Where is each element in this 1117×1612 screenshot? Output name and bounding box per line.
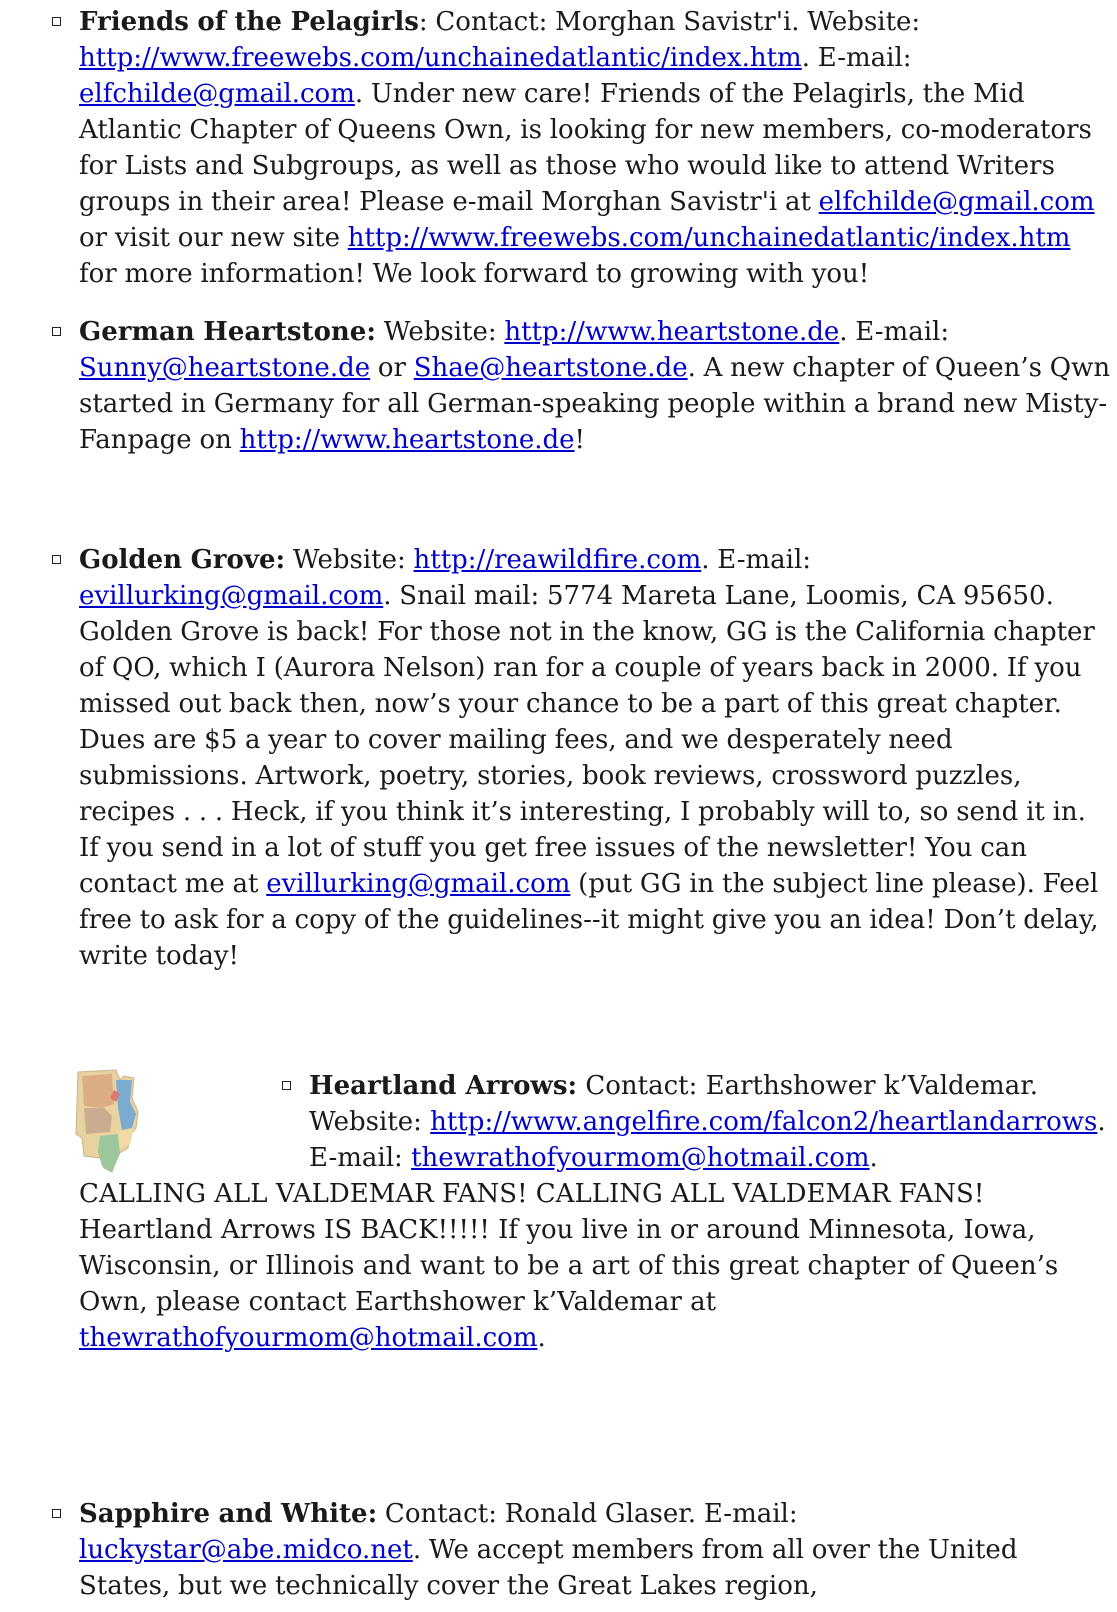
entry-heading-block: Heartland Arrows: Contact: Earthshower k… [282, 1068, 1112, 1176]
entry-title: Heartland Arrows: [309, 1071, 578, 1101]
entry-text-segment: or [370, 353, 414, 383]
email-link[interactable]: thewrathofyourmom@hotmail.com [411, 1143, 869, 1173]
email-link[interactable]: thewrathofyourmom@hotmail.com [79, 1323, 537, 1353]
email-link[interactable]: evillurking@gmail.com [79, 581, 383, 611]
entry-text: Friends of the Pelagirls: Contact: Morgh… [79, 4, 1112, 292]
map-image [75, 1069, 139, 1173]
email-link[interactable]: Sunny@heartstone.de [79, 353, 370, 383]
entry-text-segment: Website: [285, 545, 414, 575]
website-link[interactable]: http://www.angelfire.com/falcon2/heartla… [430, 1107, 1097, 1137]
list-item-heartland-arrows: Heartland Arrows: Contact: Earthshower k… [52, 1068, 1112, 1356]
entry-text-segment: or visit our new site [79, 223, 348, 253]
website-link[interactable]: http://www.freewebs.com/unchainedatlanti… [348, 223, 1071, 253]
email-link[interactable]: evillurking@gmail.com [266, 869, 570, 899]
entry-text: CALLING ALL VALDEMAR FANS! CALLING ALL V… [79, 1176, 1112, 1356]
email-link[interactable]: Shae@heartstone.de [414, 353, 688, 383]
entry-text-segment: Website: [375, 317, 505, 347]
entry-text-segment: . E-mail: [839, 317, 950, 347]
website-link[interactable]: http://reawildfire.com [414, 545, 702, 575]
entry-text-segment: Contact: Ronald Glaser. E-mail: [377, 1499, 798, 1529]
entry-text-segment: . E-mail: [801, 43, 912, 73]
entry-text-segment: . [537, 1323, 546, 1353]
entry-text-segment: . E-mail: [701, 545, 812, 575]
checkbox-bullet-icon [52, 555, 61, 564]
entry-text: German Heartstone: Website: http://www.h… [79, 314, 1112, 458]
entry-title: Golden Grove: [79, 545, 286, 575]
email-link[interactable]: luckystar@abe.midco.net [79, 1535, 413, 1565]
checkbox-bullet-icon [282, 1081, 291, 1090]
entry-title: Friends of the Pelagirls [79, 7, 419, 37]
page: Friends of the Pelagirls: Contact: Morgh… [0, 0, 1117, 1612]
entry-text-segment: . Snail mail: 5774 Mareta Lane, Loomis, … [79, 581, 1095, 899]
entry-title: Sapphire and White: [79, 1499, 378, 1529]
entry-text-segment: . [869, 1143, 878, 1173]
checkbox-bullet-icon [52, 17, 61, 26]
email-link[interactable]: elfchilde@gmail.com [819, 187, 1095, 217]
list-item-sapphire-white: Sapphire and White: Contact: Ronald Glas… [52, 1496, 1112, 1604]
entry-text: Golden Grove: Website: http://reawildfir… [79, 542, 1112, 974]
entry-title: German Heartstone: [79, 317, 376, 347]
entry-text: Sapphire and White: Contact: Ronald Glas… [79, 1496, 1112, 1604]
checkbox-bullet-icon [52, 327, 61, 336]
website-link[interactable]: http://www.heartstone.de [240, 425, 575, 455]
entry-text-segment: CALLING ALL VALDEMAR FANS! CALLING ALL V… [79, 1179, 1059, 1317]
entry-text-segment: for more information! We look forward to… [79, 259, 870, 289]
list-item-pelagirls: Friends of the Pelagirls: Contact: Morgh… [52, 4, 1112, 292]
list-item-golden-grove: Golden Grove: Website: http://reawildfir… [52, 542, 1112, 974]
entry-text-segment: : Contact: Morghan Savistr'i. Website: [418, 7, 921, 37]
email-link[interactable]: elfchilde@gmail.com [79, 79, 355, 109]
entry-text-segment: ! [574, 425, 585, 455]
website-link[interactable]: http://www.heartstone.de [504, 317, 839, 347]
list-item-heartstone: German Heartstone: Website: http://www.h… [52, 314, 1112, 458]
website-link[interactable]: http://www.freewebs.com/unchainedatlanti… [79, 43, 802, 73]
checkbox-bullet-icon [52, 1509, 61, 1518]
